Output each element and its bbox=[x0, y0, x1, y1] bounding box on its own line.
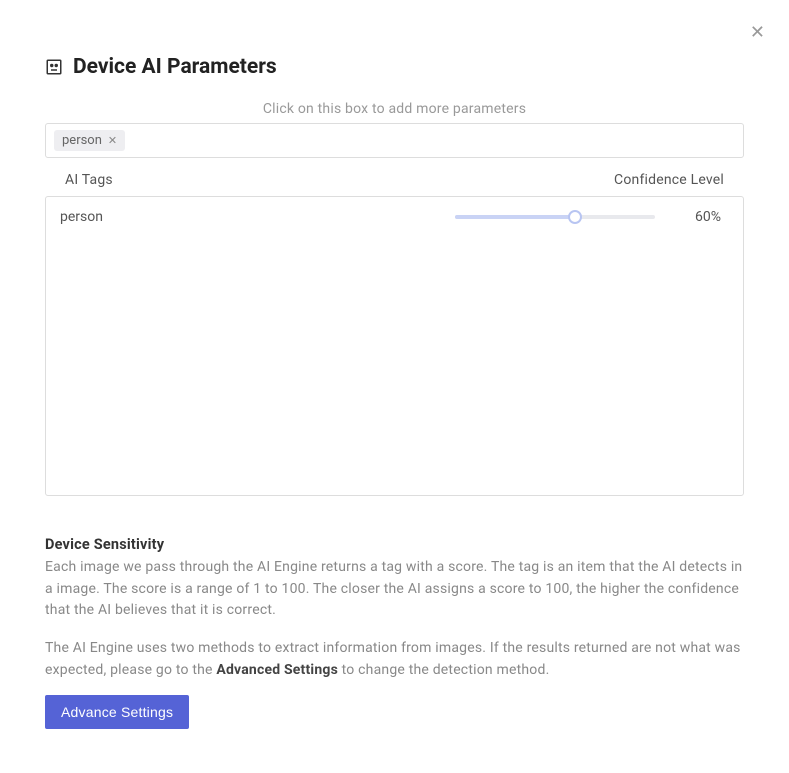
col-confidence: Confidence Level bbox=[614, 172, 724, 188]
close-button[interactable]: ✕ bbox=[746, 18, 769, 47]
tag-listbox[interactable]: person 60% bbox=[45, 196, 744, 496]
tag-input-helper: Click on this box to add more parameters bbox=[45, 101, 744, 117]
close-icon: ✕ bbox=[750, 22, 765, 42]
confidence-slider[interactable] bbox=[455, 215, 655, 219]
col-ai-tags: AI Tags bbox=[65, 172, 113, 188]
slider-thumb[interactable] bbox=[568, 210, 582, 224]
confidence-control: 60% bbox=[260, 209, 729, 225]
list-row: person 60% bbox=[60, 209, 729, 225]
sensitivity-desc-2-post: to change the detection method. bbox=[338, 662, 550, 678]
sensitivity-desc-2-bold: Advanced Settings bbox=[216, 662, 338, 678]
device-icon bbox=[45, 58, 63, 76]
sensitivity-desc-1: Each image we pass through the AI Engine… bbox=[45, 557, 744, 622]
confidence-value: 60% bbox=[687, 209, 721, 225]
row-label: person bbox=[60, 209, 260, 225]
dialog-header: Device AI Parameters bbox=[45, 55, 744, 79]
column-headers: AI Tags Confidence Level bbox=[45, 172, 744, 188]
tag-input[interactable]: person ✕ bbox=[45, 123, 744, 158]
tag-remove-icon[interactable]: ✕ bbox=[106, 134, 119, 147]
tag-pill-label: person bbox=[62, 133, 102, 148]
sensitivity-desc-2: The AI Engine uses two methods to extrac… bbox=[45, 638, 744, 681]
advance-settings-button[interactable]: Advance Settings bbox=[45, 695, 189, 729]
slider-fill bbox=[455, 215, 575, 219]
dialog-title: Device AI Parameters bbox=[73, 55, 277, 79]
tag-pill: person ✕ bbox=[54, 130, 125, 151]
sensitivity-title: Device Sensitivity bbox=[45, 536, 744, 553]
